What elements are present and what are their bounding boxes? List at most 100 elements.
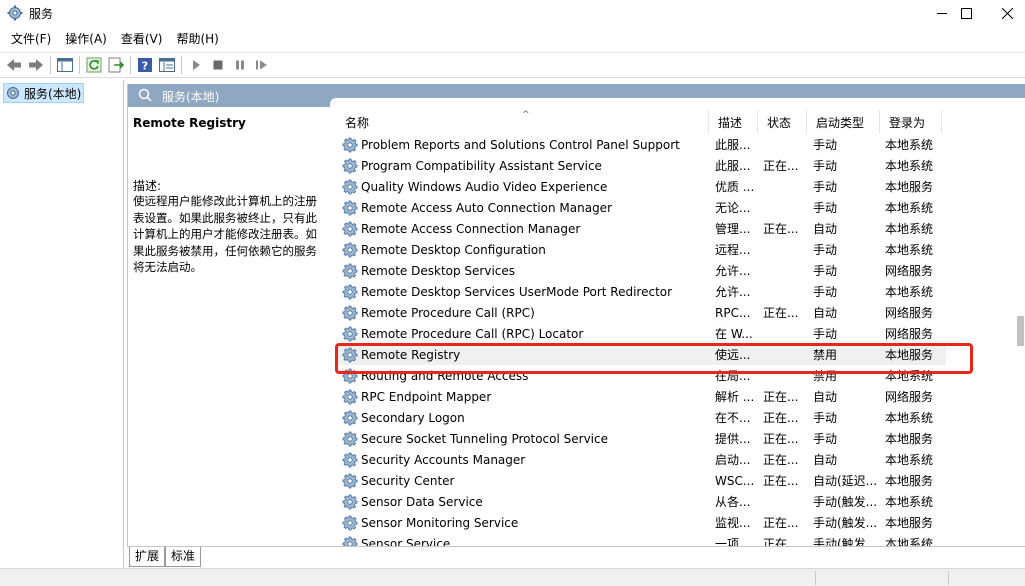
forward-button[interactable] xyxy=(25,54,47,76)
service-name-cell: RPC Endpoint Mapper xyxy=(336,389,709,405)
service-gear-icon xyxy=(342,221,358,236)
export-list-button[interactable] xyxy=(105,54,127,76)
column-log-on-as-label: 登录为 xyxy=(889,116,926,130)
svg-text:?: ? xyxy=(142,60,148,73)
description-pane: Remote Registry 描述: 使远程用户能修改此计算机上的注册表设置。… xyxy=(128,107,331,548)
scrollbar-thumb[interactable] xyxy=(1017,316,1024,346)
vertical-scrollbar[interactable] xyxy=(1016,107,1025,548)
export-icon xyxy=(108,57,124,73)
service-name-cell: Sensor Monitoring Service xyxy=(336,515,709,531)
description-label: 描述: xyxy=(133,179,162,193)
menu-action[interactable]: 操作(A) xyxy=(58,27,114,51)
service-log-on-as: 网络服务 xyxy=(885,390,934,404)
sort-ascending-icon: ^ xyxy=(522,110,530,120)
service-row[interactable]: Remote Desktop Services 允许... 手动 网络服务 xyxy=(336,260,946,281)
back-arrow-icon xyxy=(7,59,21,71)
service-row[interactable]: Sensor Monitoring Service 监视... 正在... 手动(触发… xyxy=(336,512,946,533)
services-gear-icon xyxy=(7,5,23,21)
service-row[interactable]: Remote Procedure Call (RPC) Locator 在 W..… xyxy=(336,323,946,344)
pause-icon xyxy=(236,60,244,70)
service-row[interactable]: Remote Desktop Services UserMode Port Re… xyxy=(336,281,946,302)
tab-standard[interactable]: 标准 xyxy=(165,547,202,567)
service-row[interactable]: RPC Endpoint Mapper 解析 ... 正在... 自动 网络服务 xyxy=(336,386,946,407)
service-name-cell: Quality Windows Audio Video Experience xyxy=(336,179,709,195)
service-gear-icon xyxy=(342,473,358,488)
service-gear-icon xyxy=(342,326,358,341)
column-status-label: 状态 xyxy=(767,116,792,130)
column-log-on-as[interactable]: 登录为 xyxy=(880,110,942,133)
column-description[interactable]: 描述 xyxy=(709,110,758,133)
service-row[interactable]: Problem Reports and Solutions Control Pa… xyxy=(336,134,946,155)
tab-extended[interactable]: 扩展 xyxy=(129,547,166,567)
service-name: Remote Procedure Call (RPC) xyxy=(361,305,535,320)
service-row[interactable]: Quality Windows Audio Video Experience 优质… xyxy=(336,176,946,197)
service-log-on-as: 网络服务 xyxy=(885,306,934,320)
service-log-on-as: 本地服务 xyxy=(885,474,934,488)
help-button[interactable]: ? xyxy=(134,54,156,76)
status-bar xyxy=(0,568,1025,586)
service-row[interactable]: Sensor Data Service 从各... 手动(触发... 本地系统 xyxy=(336,491,946,512)
pause-service-button[interactable] xyxy=(229,54,251,76)
service-row[interactable]: Remote Desktop Configuration 远程... 手动 本地系统 xyxy=(336,239,946,260)
service-name: Quality Windows Audio Video Experience xyxy=(361,179,608,194)
forward-arrow-icon xyxy=(29,59,43,71)
service-row[interactable]: Secondary Logon 在不... 正在... 手动 本地系统 xyxy=(336,407,946,428)
console-tree-icon xyxy=(57,58,73,72)
services-panel: 服务(本地) Remote Registry 描述: 使远程用户能修改此计算机上… xyxy=(127,84,1025,548)
tree-node-services-local[interactable]: 服务(本地) xyxy=(3,83,85,103)
service-row[interactable]: Remote Access Auto Connection Manager 无论.… xyxy=(336,197,946,218)
service-row[interactable]: Secure Socket Tunneling Protocol Service… xyxy=(336,428,946,449)
service-name-cell: Security Accounts Manager xyxy=(336,452,709,468)
close-button[interactable] xyxy=(989,0,1025,26)
refresh-icon xyxy=(86,57,102,73)
service-startup-type: 手动 xyxy=(813,243,838,257)
service-gear-icon xyxy=(342,494,358,509)
toolbar-separator xyxy=(130,56,131,74)
service-log-on-as: 本地系统 xyxy=(885,222,934,236)
service-name: Sensor Data Service xyxy=(361,494,483,509)
service-name: Secondary Logon xyxy=(361,410,465,425)
service-startup-type: 手动(触发... xyxy=(813,516,878,530)
highlight-box xyxy=(335,343,973,374)
service-startup-type: 自动 xyxy=(813,390,838,404)
service-log-on-as: 本地系统 xyxy=(885,201,934,215)
show-hide-console-tree-button[interactable] xyxy=(54,54,76,76)
service-row[interactable]: Remote Procedure Call (RPC) RPC... 正在... 自动… xyxy=(336,302,946,323)
service-name: Remote Access Connection Manager xyxy=(361,221,581,236)
refresh-button[interactable] xyxy=(83,54,105,76)
column-name[interactable]: ^ 名称 xyxy=(336,110,709,133)
column-name-label: 名称 xyxy=(345,116,370,130)
menu-help[interactable]: 帮助(H) xyxy=(169,27,225,51)
stop-service-button[interactable] xyxy=(207,54,229,76)
menu-file[interactable]: 文件(F) xyxy=(4,27,58,51)
service-status: 正在... xyxy=(763,159,799,173)
service-row[interactable]: Program Compatibility Assistant Service 此… xyxy=(336,155,946,176)
service-startup-type: 手动 xyxy=(813,327,838,341)
service-status: 正在... xyxy=(763,411,799,425)
restart-service-button[interactable] xyxy=(251,54,273,76)
service-gear-icon xyxy=(342,452,358,467)
service-startup-type: 自动 xyxy=(813,222,838,236)
description-text: 使远程用户能修改此计算机上的注册表设置。如果此服务被终止，只有此计算机上的用户才… xyxy=(133,194,317,274)
properties-button[interactable] xyxy=(156,54,178,76)
service-gear-icon xyxy=(342,410,358,425)
service-name-cell: Remote Access Auto Connection Manager xyxy=(336,200,709,216)
window-title: 服务 xyxy=(29,7,54,21)
service-row[interactable]: Security Accounts Manager 启动... 正在... 自动 本地系… xyxy=(336,449,946,470)
service-gear-icon xyxy=(342,137,358,152)
service-row[interactable]: Security Center WSC... 正在... 自动(延迟... 本地服务 xyxy=(336,470,946,491)
close-icon xyxy=(1001,7,1013,19)
maximize-icon xyxy=(960,7,972,19)
service-row[interactable]: Remote Access Connection Manager 管理... 正在.… xyxy=(336,218,946,239)
column-status[interactable]: 状态 xyxy=(758,110,807,133)
service-name: Remote Access Auto Connection Manager xyxy=(361,200,612,215)
service-description: 解析 ... xyxy=(715,390,755,404)
menu-view[interactable]: 查看(V) xyxy=(114,27,170,51)
back-button[interactable] xyxy=(3,54,25,76)
service-gear-icon xyxy=(342,263,358,278)
column-startup-type[interactable]: 启动类型 xyxy=(807,110,880,133)
start-service-button[interactable] xyxy=(185,54,207,76)
maximize-button[interactable] xyxy=(943,0,989,26)
service-name-cell: Sensor Data Service xyxy=(336,494,709,510)
service-log-on-as: 本地服务 xyxy=(885,516,934,530)
